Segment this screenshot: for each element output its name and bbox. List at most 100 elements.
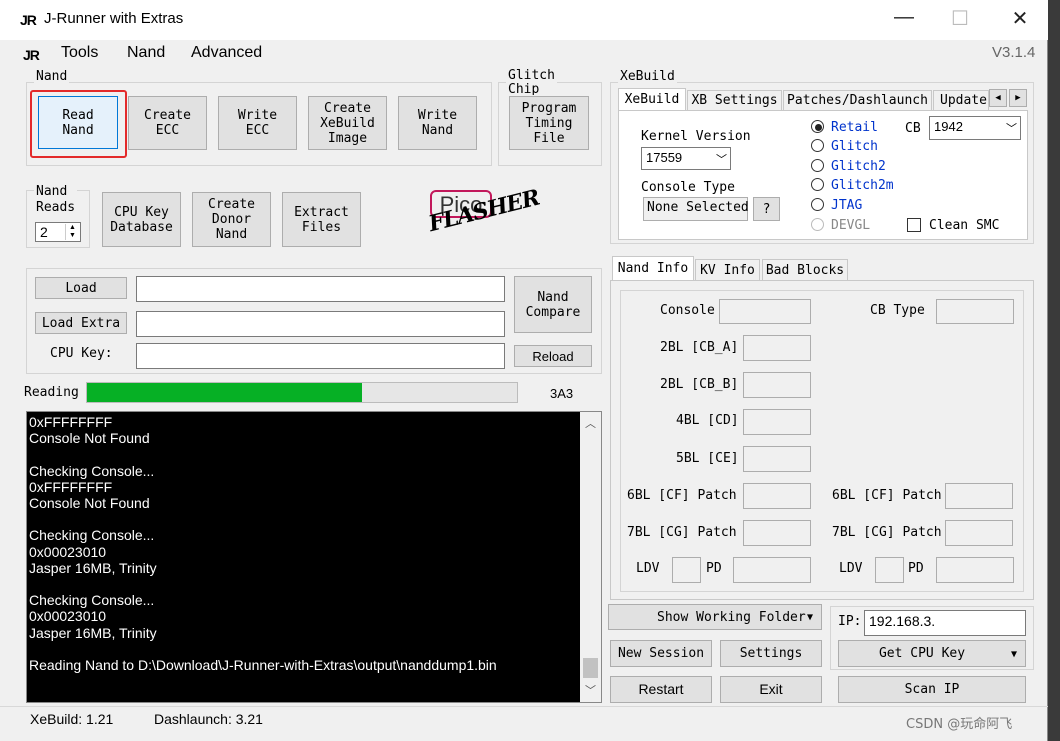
- scroll-up-icon[interactable]: ︿: [585, 415, 596, 431]
- minimize-button[interactable]: —: [884, 6, 924, 29]
- radio-jtag-label[interactable]: JTAG: [831, 198, 862, 213]
- console-info-label: Console: [660, 303, 715, 318]
- console-scrollbar[interactable]: ︿ ﹀: [580, 412, 601, 702]
- write-ecc-button[interactable]: Write ECC: [218, 96, 297, 150]
- bl2-cbb-field: [743, 372, 811, 398]
- scrollbar-thumb[interactable]: [583, 658, 598, 678]
- nand-reads-stepper[interactable]: 2 ▲ ▼: [35, 222, 81, 242]
- nand-reads-value: 2: [40, 224, 48, 240]
- extract-files-button[interactable]: Extract Files: [282, 192, 361, 247]
- tab-kv-info[interactable]: KV Info: [695, 259, 760, 280]
- cpu-key-input[interactable]: [136, 343, 505, 369]
- version-label: V3.1.4: [992, 44, 1036, 61]
- cb-select[interactable]: 1942 ﹀: [929, 116, 1021, 140]
- chevron-down-icon: ﹀: [716, 154, 727, 166]
- console-type-value: None Selected: [643, 197, 749, 221]
- load-path-input[interactable]: [136, 276, 505, 302]
- tab-patches-dashlaunch[interactable]: Patches/Dashlaunch: [783, 90, 932, 110]
- stepper-arrows-icon[interactable]: ▲ ▼: [65, 224, 79, 240]
- read-progress-fill: [87, 383, 363, 402]
- console-output-panel[interactable]: 0xFFFFFFFF Console Not Found Checking Co…: [26, 411, 602, 703]
- show-working-folder-label: Show Working Folder: [657, 609, 806, 625]
- menu-nand[interactable]: Nand: [127, 44, 165, 62]
- cpu-key-database-button[interactable]: CPU Key Database: [102, 192, 181, 247]
- kernel-version-label: Kernel Version: [641, 129, 751, 144]
- load-button[interactable]: Load: [35, 277, 127, 299]
- menu-advanced[interactable]: Advanced: [191, 44, 262, 62]
- close-button[interactable]: ✕: [998, 6, 1042, 31]
- bl5-label: 5BL [CE]: [676, 451, 739, 466]
- bl6-patch1-field: [945, 483, 1013, 509]
- tab-scroll-left-icon[interactable]: ◀: [989, 89, 1007, 107]
- read-nand-highlight: [30, 90, 127, 158]
- radio-glitch2[interactable]: [811, 159, 824, 172]
- chevron-down-icon: ﹀: [1006, 123, 1017, 135]
- radio-jtag[interactable]: [811, 198, 824, 211]
- kernel-version-value: 17559: [646, 150, 683, 165]
- bl2-cba-field: [743, 335, 811, 361]
- radio-retail-label[interactable]: Retail: [831, 120, 878, 135]
- clean-smc-label[interactable]: Clean SMC: [929, 218, 999, 233]
- load-extra-path-input[interactable]: [136, 311, 505, 337]
- kernel-version-select[interactable]: 17559 ﹀: [641, 147, 731, 170]
- load-extra-button[interactable]: Load Extra: [35, 312, 127, 334]
- show-working-folder-button[interactable]: Show Working Folder ▼: [608, 604, 822, 630]
- write-nand-button[interactable]: Write Nand: [398, 96, 477, 150]
- tab-xebuild[interactable]: XeBuild: [618, 88, 686, 110]
- bl7-patch1-field: [945, 520, 1013, 546]
- bl7-patch0-field: [743, 520, 811, 546]
- create-ecc-button[interactable]: Create ECC: [128, 96, 207, 150]
- dropdown-arrow-icon: ▼: [806, 612, 813, 623]
- scroll-down-icon[interactable]: ﹀: [585, 682, 596, 698]
- progress-value: 3A3: [550, 386, 574, 401]
- bl6-patch0-field: [743, 483, 811, 509]
- radio-glitch2m-label[interactable]: Glitch2m: [831, 178, 894, 193]
- exit-button[interactable]: Exit: [720, 676, 822, 703]
- ip-input[interactable]: 192.168.3.: [864, 610, 1026, 636]
- tab-xb-settings[interactable]: XB Settings: [687, 90, 782, 110]
- glitch-chip-label: Glitch Chip: [506, 69, 557, 95]
- get-cpu-key-label: Get CPU Key: [878, 646, 966, 661]
- reload-button[interactable]: Reload: [514, 345, 592, 367]
- radio-glitch2-label[interactable]: Glitch2: [831, 159, 886, 174]
- tab-update[interactable]: Update: [933, 90, 989, 110]
- maximize-button[interactable]: ☐: [940, 6, 980, 31]
- menu-tools[interactable]: Tools: [61, 44, 98, 62]
- tab-scroll-right-icon[interactable]: ▶: [1009, 89, 1027, 107]
- bl7-patch0-label: 7BL [CG] Patch 0: [627, 525, 753, 540]
- nand-compare-button[interactable]: Nand Compare: [514, 276, 592, 333]
- bl2-cba-label: 2BL [CB_A]: [660, 340, 739, 355]
- console-type-help-button[interactable]: ?: [753, 197, 780, 221]
- bl7-patch1-label: 7BL [CG] Patch 1: [832, 525, 958, 540]
- menu-logo-icon[interactable]: JR: [23, 47, 40, 63]
- restart-button[interactable]: Restart: [610, 676, 712, 703]
- tab-bad-blocks[interactable]: Bad Blocks: [762, 259, 848, 280]
- pd-field-right: [936, 557, 1014, 583]
- ip-label: IP:: [838, 614, 862, 629]
- radio-retail[interactable]: [811, 120, 824, 133]
- get-cpu-key-button[interactable]: Get CPU Key ▼: [838, 640, 1026, 667]
- pd-label-right: PD: [908, 561, 924, 576]
- scan-ip-button[interactable]: Scan IP: [838, 676, 1026, 703]
- create-donor-nand-button[interactable]: Create Donor Nand: [192, 192, 271, 247]
- program-timing-file-button[interactable]: Program Timing File: [509, 96, 589, 150]
- cb-value: 1942: [934, 119, 963, 134]
- window-title: J-Runner with Extras: [44, 10, 184, 27]
- csdn-watermark: CSDN @玩命阿飞: [906, 717, 1013, 732]
- settings-button[interactable]: Settings: [720, 640, 822, 667]
- nand-group-label: Nand: [34, 69, 70, 84]
- bl2-cbb-label: 2BL [CB_B]: [660, 377, 739, 392]
- console-type-label: Console Type: [641, 180, 735, 195]
- new-session-button[interactable]: New Session: [610, 640, 712, 667]
- radio-glitch2m[interactable]: [811, 178, 824, 191]
- radio-glitch[interactable]: [811, 139, 824, 152]
- radio-glitch-label[interactable]: Glitch: [831, 139, 878, 154]
- clean-smc-checkbox[interactable]: [907, 218, 921, 232]
- create-xebuild-image-button[interactable]: Create XeBuild Image: [308, 96, 387, 150]
- tab-nand-info[interactable]: Nand Info: [612, 256, 694, 280]
- dropdown-arrow-icon: ▼: [1010, 649, 1017, 660]
- progress-label: Reading: [24, 385, 79, 400]
- cb-label: CB: [905, 121, 921, 136]
- radio-devgl-label: DEVGL: [831, 218, 871, 233]
- console-output-text: 0xFFFFFFFF Console Not Found Checking Co…: [27, 412, 579, 702]
